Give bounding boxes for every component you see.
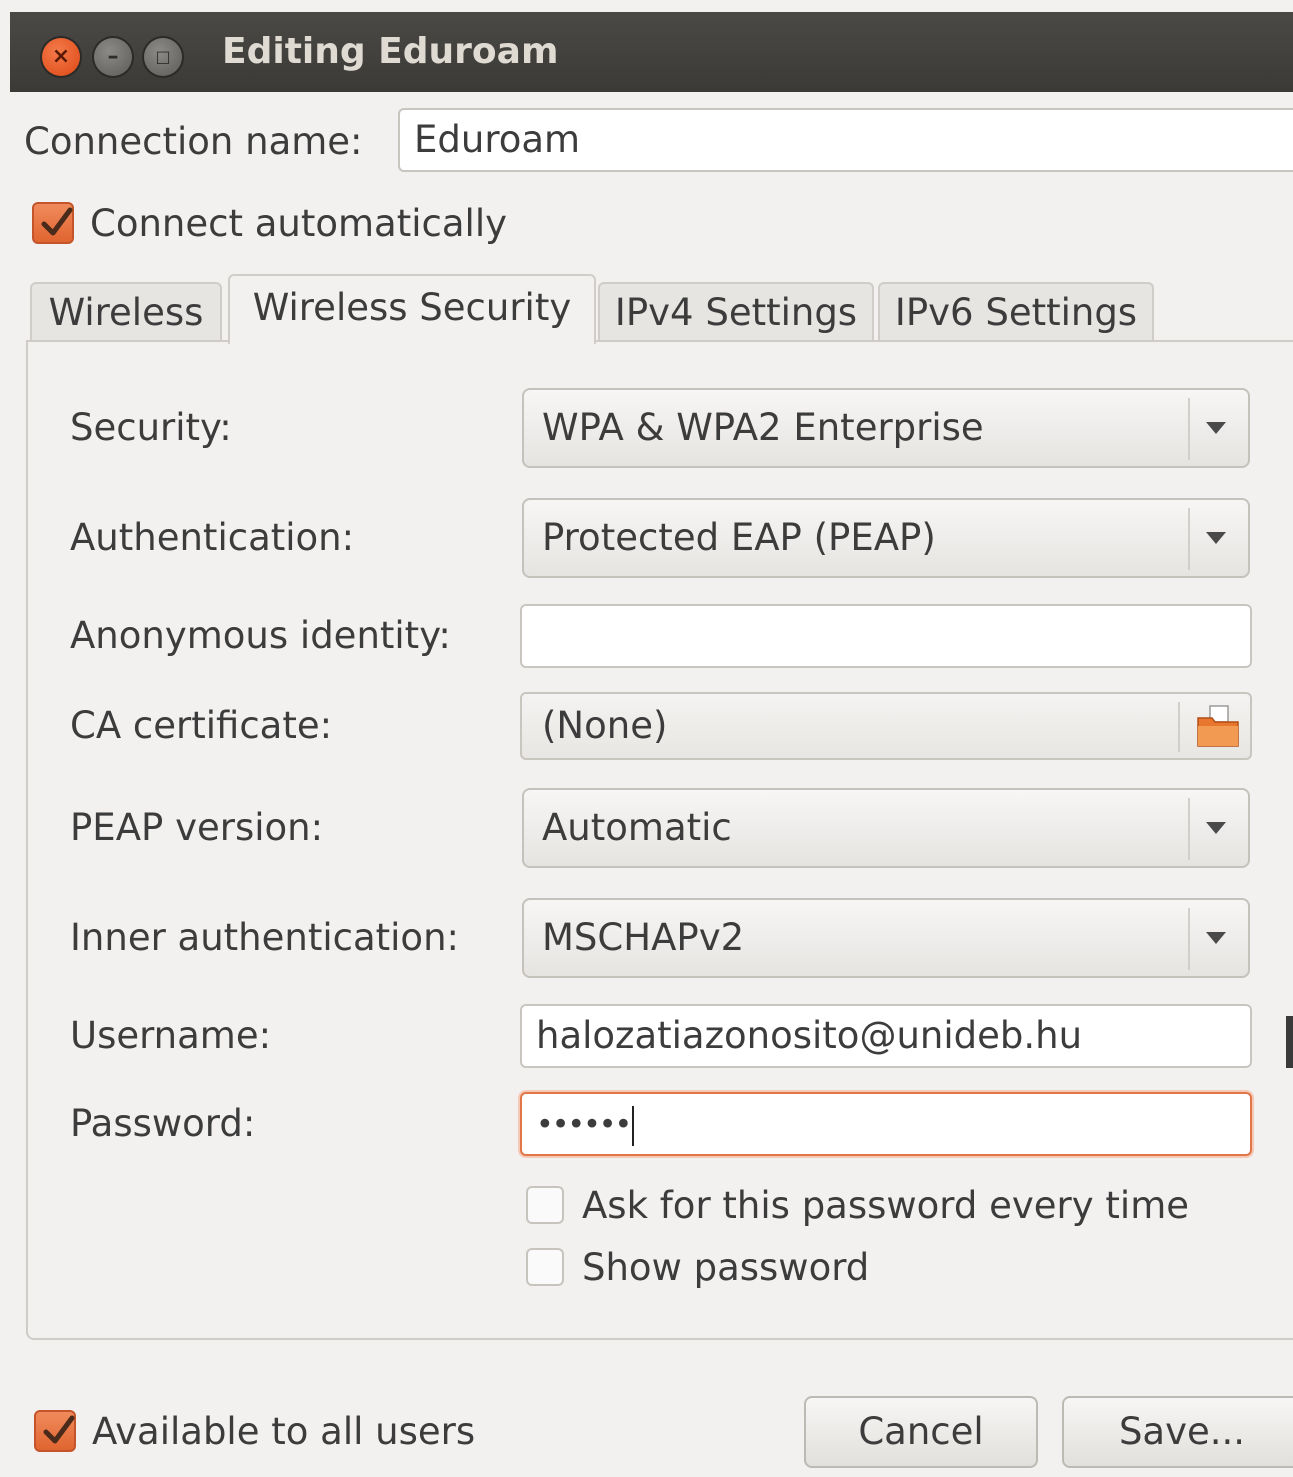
folder-icon xyxy=(1197,705,1239,747)
clipped-edge-element xyxy=(1286,1016,1293,1068)
minimize-button[interactable]: – xyxy=(94,38,132,76)
peap-version-value: Automatic xyxy=(542,806,732,849)
dropdown-separator xyxy=(1188,508,1190,570)
save-button[interactable]: Save... xyxy=(1062,1396,1293,1468)
maximize-icon: □ xyxy=(155,47,171,66)
security-dropdown[interactable]: WPA & WPA2 Enterprise xyxy=(522,388,1250,468)
inner-authentication-label: Inner authentication: xyxy=(70,916,459,959)
ca-certificate-chooser[interactable]: (None) xyxy=(520,692,1252,760)
security-label: Security: xyxy=(70,406,232,449)
peap-version-label: PEAP version: xyxy=(70,806,324,849)
text-cursor xyxy=(632,1105,635,1146)
ask-password-checkbox[interactable] xyxy=(526,1186,564,1224)
ask-password-label: Ask for this password every time xyxy=(582,1184,1189,1227)
dropdown-separator xyxy=(1188,398,1190,460)
available-to-all-users-label: Available to all users xyxy=(92,1410,476,1453)
inner-authentication-value: MSCHAPv2 xyxy=(542,916,745,959)
authentication-label: Authentication: xyxy=(70,516,355,559)
inner-authentication-dropdown[interactable]: MSCHAPv2 xyxy=(522,898,1250,978)
chevron-down-icon xyxy=(1206,422,1226,434)
tab-ipv4-settings[interactable]: IPv4 Settings xyxy=(598,282,874,342)
authentication-value: Protected EAP (PEAP) xyxy=(542,516,936,559)
minimize-icon: – xyxy=(107,44,119,69)
ca-certificate-label: CA certificate: xyxy=(70,704,333,747)
chevron-down-icon xyxy=(1206,822,1226,834)
connection-name-input[interactable]: Eduroam xyxy=(398,108,1293,172)
dropdown-separator xyxy=(1188,798,1190,860)
password-input[interactable]: •••••• xyxy=(520,1092,1252,1156)
password-label: Password: xyxy=(70,1102,256,1145)
maximize-button[interactable]: □ xyxy=(144,38,182,76)
available-to-all-users-checkbox[interactable] xyxy=(34,1410,76,1452)
show-password-label: Show password xyxy=(582,1246,870,1289)
chevron-down-icon xyxy=(1206,932,1226,944)
dropdown-separator xyxy=(1188,908,1190,970)
close-button[interactable]: × xyxy=(42,38,80,76)
close-icon: × xyxy=(51,44,71,69)
password-masked-value: •••••• xyxy=(536,1107,632,1143)
tab-wireless[interactable]: Wireless xyxy=(30,282,222,342)
checkmark-icon xyxy=(41,207,73,236)
peap-version-dropdown[interactable]: Automatic xyxy=(522,788,1250,868)
chooser-separator xyxy=(1178,702,1180,752)
cancel-button[interactable]: Cancel xyxy=(804,1396,1038,1468)
username-input[interactable]: halozatiazonosito@unideb.hu xyxy=(520,1004,1252,1068)
username-label: Username: xyxy=(70,1014,272,1057)
chevron-down-icon xyxy=(1206,532,1226,544)
title-bar xyxy=(10,12,1293,92)
window-title: Editing Eduroam xyxy=(222,31,559,72)
connection-name-label: Connection name: xyxy=(24,120,363,163)
show-password-checkbox[interactable] xyxy=(526,1248,564,1286)
tab-ipv6-settings[interactable]: IPv6 Settings xyxy=(878,282,1154,342)
ca-certificate-value: (None) xyxy=(542,704,668,747)
anonymous-identity-label: Anonymous identity: xyxy=(70,614,451,657)
security-value: WPA & WPA2 Enterprise xyxy=(542,406,984,449)
connect-automatically-label: Connect automatically xyxy=(90,202,507,245)
tab-wireless-security[interactable]: Wireless Security xyxy=(228,274,596,344)
anonymous-identity-input[interactable] xyxy=(520,604,1252,668)
checkmark-icon xyxy=(43,1415,75,1444)
authentication-dropdown[interactable]: Protected EAP (PEAP) xyxy=(522,498,1250,578)
connect-automatically-checkbox[interactable] xyxy=(32,202,74,244)
